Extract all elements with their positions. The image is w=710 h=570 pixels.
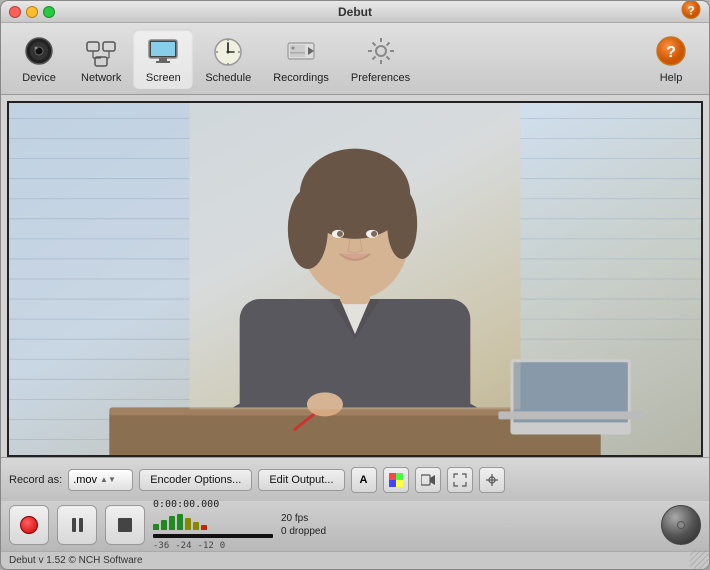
- svg-text:?: ?: [666, 44, 676, 61]
- vu-scale-4: 0: [220, 541, 225, 551]
- time-display: 0:00:00.000: [153, 499, 219, 510]
- format-arrow: ▲▼: [100, 475, 116, 484]
- vu-track: [153, 534, 273, 538]
- vu-bar-2: [161, 520, 167, 530]
- app-title: Debut: [338, 5, 372, 19]
- toolbar-item-help[interactable]: ? Help: [641, 29, 701, 89]
- network-icon: [83, 33, 119, 69]
- text-icon: A: [360, 474, 368, 486]
- vu-bars: [153, 512, 207, 530]
- video-options-button[interactable]: [415, 467, 441, 493]
- toolbar-label-schedule: Schedule: [205, 72, 251, 84]
- dropped-display: 0 dropped: [281, 526, 326, 537]
- minimize-button[interactable]: [26, 6, 38, 18]
- pause-bar-right: [79, 518, 83, 532]
- vu-bar-5: [185, 518, 191, 530]
- help-icon: ?: [681, 0, 701, 19]
- playback-bar: 0:00:00.000 -36 -24 -12 0 20 fps 0 dropp…: [1, 501, 709, 551]
- toolbar-item-network[interactable]: Network: [71, 29, 131, 89]
- vu-bar-7: [201, 525, 207, 530]
- video-preview: [7, 101, 703, 457]
- toolbar-item-device[interactable]: Device: [9, 29, 69, 89]
- toolbar-label-screen: Screen: [146, 72, 181, 84]
- record-button[interactable]: [9, 505, 49, 545]
- device-icon: [21, 33, 57, 69]
- vu-bar-3: [169, 516, 175, 530]
- vu-scale: -36 -24 -12 0: [153, 541, 225, 551]
- stop-button[interactable]: [105, 505, 145, 545]
- text-overlay-button[interactable]: A: [351, 467, 377, 493]
- crosshair-icon: [485, 473, 499, 487]
- record-dot: [20, 516, 38, 534]
- app-window: Debut ?: [0, 0, 710, 570]
- controls-bar: Record as: .mov ▲▼ Encoder Options... Ed…: [1, 457, 709, 501]
- svg-text:?: ?: [687, 3, 694, 17]
- fps-area: 20 fps 0 dropped: [281, 513, 326, 537]
- vu-scale-1: -36: [153, 541, 169, 551]
- video-icon: [421, 473, 435, 487]
- toolbar-item-recordings[interactable]: Recordings: [263, 29, 339, 89]
- edit-output-button[interactable]: Edit Output...: [258, 469, 344, 491]
- expand-icon: [453, 473, 467, 487]
- preferences-icon: [363, 33, 399, 69]
- corner-decoration: [690, 550, 710, 570]
- vu-bar-1: [153, 524, 159, 530]
- recordings-icon: [283, 33, 319, 69]
- status-bar: Debut v 1.52 © NCH Software: [1, 551, 709, 569]
- toolbar-item-screen[interactable]: Screen: [133, 29, 193, 89]
- video-content: [9, 103, 701, 455]
- vu-bar-6: [193, 522, 199, 530]
- format-value: .mov: [73, 474, 97, 486]
- format-selector[interactable]: .mov ▲▼: [68, 469, 133, 491]
- fps-display: 20 fps: [281, 513, 308, 524]
- toolbar-label-network: Network: [81, 72, 121, 84]
- vu-meter: 0:00:00.000 -36 -24 -12 0: [153, 499, 273, 551]
- screen-icon: [145, 33, 181, 69]
- toolbar-label-device: Device: [22, 72, 56, 84]
- vu-scale-2: -24: [175, 541, 191, 551]
- encoder-options-button[interactable]: Encoder Options...: [139, 469, 252, 491]
- disc-hole: [677, 521, 685, 529]
- crosshair-button[interactable]: [479, 467, 505, 493]
- toolbar-item-preferences[interactable]: Preferences: [341, 29, 420, 89]
- pause-button[interactable]: [57, 505, 97, 545]
- color-icon: [389, 473, 403, 487]
- color-button[interactable]: [383, 467, 409, 493]
- version-label: Debut v 1.52 © NCH Software: [9, 555, 143, 566]
- disc-area: [661, 505, 701, 545]
- pause-bar-left: [72, 518, 76, 532]
- toolbar-label-help: Help: [660, 72, 683, 84]
- help-toolbar-icon: ?: [653, 33, 689, 69]
- vu-scale-3: -12: [198, 541, 214, 551]
- toolbar-label-preferences: Preferences: [351, 72, 410, 84]
- stop-square: [118, 518, 132, 532]
- toolbar: Device Network: [1, 23, 709, 95]
- expand-button[interactable]: [447, 467, 473, 493]
- schedule-icon: [210, 33, 246, 69]
- window-controls: [9, 6, 55, 18]
- disc-icon: [661, 505, 701, 545]
- video-frame: [9, 103, 701, 455]
- toolbar-label-recordings: Recordings: [273, 72, 329, 84]
- vu-bar-4: [177, 514, 183, 530]
- maximize-button[interactable]: [43, 6, 55, 18]
- close-button[interactable]: [9, 6, 21, 18]
- record-as-label: Record as:: [9, 474, 62, 486]
- title-bar: Debut ?: [1, 1, 709, 23]
- toolbar-item-schedule[interactable]: Schedule: [195, 29, 261, 89]
